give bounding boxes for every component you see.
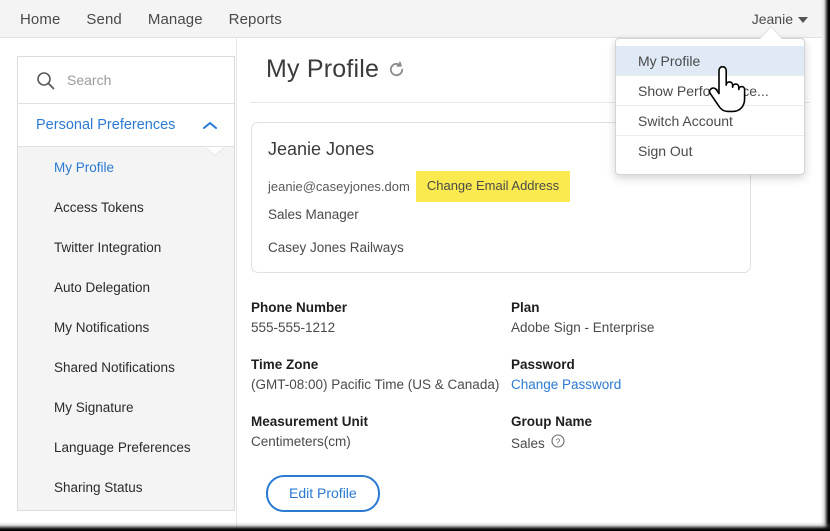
profile-email-row: jeanie@caseyjones.dom Change Email Addre… — [268, 171, 570, 202]
dropdown-item-my-profile[interactable]: My Profile — [616, 46, 804, 76]
sidebar-item-language-preferences[interactable]: Language Preferences — [18, 427, 234, 467]
window-edge-bottom — [0, 522, 830, 531]
dropdown-item-show-performance[interactable]: Show Performance... — [616, 76, 804, 106]
sidebar-section-label: Personal Preferences — [36, 117, 175, 133]
nav-item-manage[interactable]: Manage — [148, 11, 203, 28]
search-placeholder: Search — [67, 72, 111, 88]
sidebar-item-label: Language Preferences — [54, 440, 191, 455]
sidebar-item-label: Sharing Status — [54, 480, 143, 495]
search-input[interactable]: Search — [18, 57, 234, 104]
detail-group-name: Group Name Sales ? — [511, 414, 811, 453]
sidebar-item-auto-delegation[interactable]: Auto Delegation — [18, 267, 234, 307]
sidebar-item-shared-notifications[interactable]: Shared Notifications — [18, 347, 234, 387]
detail-label: Password — [511, 357, 811, 372]
detail-plan: Plan Adobe Sign - Enterprise — [511, 300, 811, 335]
dropdown-pointer — [760, 27, 782, 39]
profile-email: jeanie@caseyjones.dom — [268, 179, 410, 194]
dropdown-item-switch-account[interactable]: Switch Account — [616, 106, 804, 136]
dropdown-item-sign-out[interactable]: Sign Out — [616, 136, 804, 166]
user-menu-label: Jeanie — [752, 11, 793, 27]
profile-job-title: Sales Manager — [268, 207, 359, 222]
dropdown-item-label: My Profile — [638, 53, 700, 69]
detail-password: Password Change Password — [511, 357, 811, 392]
top-navigation-bar: Home Send Manage Reports Jeanie — [0, 0, 822, 38]
change-email-address-link[interactable]: Change Email Address — [427, 178, 559, 193]
change-password-link[interactable]: Change Password — [511, 377, 811, 392]
nav-links: Home Send Manage Reports — [20, 0, 282, 38]
dropdown-item-label: Switch Account — [638, 113, 733, 129]
sidebar-item-my-profile[interactable]: My Profile — [18, 147, 234, 187]
sidebar: Search Personal Preferences My Profile A… — [17, 56, 235, 511]
detail-value: Sales — [511, 436, 545, 451]
chevron-down-icon — [798, 17, 808, 23]
dropdown-item-label: Show Performance... — [638, 83, 769, 99]
change-email-highlight: Change Email Address — [416, 171, 570, 202]
sidebar-item-label: My Profile — [54, 160, 114, 175]
chevron-up-icon — [202, 120, 218, 131]
sidebar-item-access-tokens[interactable]: Access Tokens — [18, 187, 234, 227]
sidebar-item-sharing-status[interactable]: Sharing Status — [18, 467, 234, 507]
sidebar-item-label: Access Tokens — [54, 200, 144, 215]
sidebar-item-twitter-integration[interactable]: Twitter Integration — [18, 227, 234, 267]
dropdown-item-label: Sign Out — [638, 143, 692, 159]
section-pointer-notch — [206, 147, 224, 155]
help-icon[interactable]: ? — [551, 434, 565, 453]
refresh-icon[interactable] — [388, 61, 405, 83]
page-title: My Profile — [266, 55, 379, 84]
nav-item-reports[interactable]: Reports — [229, 11, 282, 28]
sidebar-item-my-signature[interactable]: My Signature — [18, 387, 234, 427]
sidebar-item-my-notifications[interactable]: My Notifications — [18, 307, 234, 347]
svg-text:?: ? — [555, 436, 560, 446]
nav-item-send[interactable]: Send — [86, 11, 121, 28]
edit-profile-button[interactable]: Edit Profile — [266, 475, 380, 512]
window-edge-right — [821, 0, 830, 531]
nav-item-home[interactable]: Home — [20, 11, 60, 28]
profile-details-grid: Phone Number 555-555-1212 Plan Adobe Sig… — [251, 300, 811, 453]
sidebar-section-personal-preferences[interactable]: Personal Preferences — [18, 104, 234, 147]
detail-label: Group Name — [511, 414, 811, 429]
search-icon — [36, 71, 55, 90]
detail-label: Phone Number — [251, 300, 511, 315]
sidebar-item-label: My Notifications — [54, 320, 149, 335]
detail-time-zone: Time Zone (GMT-08:00) Pacific Time (US &… — [251, 357, 511, 392]
sidebar-item-label: Auto Delegation — [54, 280, 150, 295]
detail-value: Centimeters(cm) — [251, 434, 511, 449]
detail-value: Adobe Sign - Enterprise — [511, 320, 811, 335]
sidebar-item-label: Twitter Integration — [54, 240, 161, 255]
user-dropdown-menu: My Profile Show Performance... Switch Ac… — [615, 38, 805, 175]
detail-phone-number: Phone Number 555-555-1212 — [251, 300, 511, 335]
detail-value: 555-555-1212 — [251, 320, 511, 335]
detail-value: (GMT-08:00) Pacific Time (US & Canada) — [251, 377, 511, 392]
detail-label: Plan — [511, 300, 811, 315]
profile-company: Casey Jones Railways — [268, 240, 404, 255]
profile-name: Jeanie Jones — [268, 139, 374, 160]
sidebar-item-label: My Signature — [54, 400, 134, 415]
sidebar-item-label: Shared Notifications — [54, 360, 175, 375]
detail-label: Time Zone — [251, 357, 511, 372]
sidebar-menu-list: My Profile Access Tokens Twitter Integra… — [18, 147, 234, 507]
app-screen: Home Send Manage Reports Jeanie Search — [0, 0, 830, 531]
detail-measurement-unit: Measurement Unit Centimeters(cm) — [251, 414, 511, 453]
detail-label: Measurement Unit — [251, 414, 511, 429]
page-title-row: My Profile — [266, 55, 405, 84]
group-value-row: Sales ? — [511, 434, 811, 453]
